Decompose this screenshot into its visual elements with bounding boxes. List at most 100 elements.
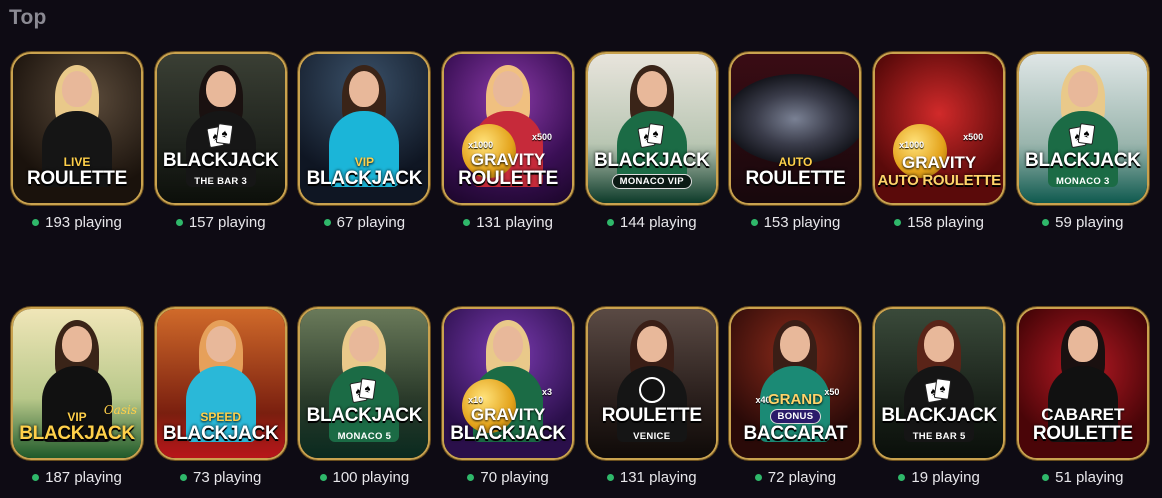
live-status-dot-icon bbox=[323, 218, 331, 226]
player-count-label: 158 playing bbox=[907, 213, 984, 231]
game-title: ROULETTE bbox=[1032, 423, 1133, 444]
game-subtitle: MONACO VIP bbox=[611, 174, 692, 189]
game-grid: LIVE ROULETTE 193 playing ♠ ♠ BLACKJACK THE BA… bbox=[11, 52, 1149, 488]
game-logo: VIP BLACKJACK bbox=[300, 156, 428, 189]
game-tile[interactable]: ♠♠BLACKJACK THE BAR 5 bbox=[873, 307, 1006, 460]
game-card: x10 x3 GRAVITY BLACKJACK 70 playing bbox=[442, 307, 575, 488]
game-card: x1000 x500 GRAVITY ROULETTE 131 playing bbox=[442, 52, 575, 233]
game-tile[interactable]: x1000 x500 GRAVITY ROULETTE bbox=[442, 52, 575, 205]
player-count-label: 70 playing bbox=[480, 468, 549, 486]
game-logo: ♠ ♠ BLACKJACK MONACO VIP bbox=[588, 123, 716, 189]
player-count: 144 playing bbox=[586, 211, 718, 233]
game-subtitle: BONUS bbox=[769, 409, 822, 424]
live-status-dot-icon bbox=[894, 218, 902, 226]
roulette-wheel-icon bbox=[731, 74, 860, 164]
game-logo: ♠♠BLACKJACK THE BAR 5 bbox=[875, 378, 1003, 444]
game-subtitle: MONACO 5 bbox=[337, 431, 392, 442]
game-tile[interactable]: ♠♠BLACKJACK MONACO 5 bbox=[298, 307, 431, 460]
playing-cards-icon: ♠♠ bbox=[349, 378, 377, 404]
game-logo: VIP BLACKJACK Oasis bbox=[13, 403, 141, 444]
player-count: 187 playing bbox=[11, 466, 143, 488]
live-status-dot-icon bbox=[1042, 218, 1050, 226]
game-tile[interactable]: SPEED BLACKJACK bbox=[154, 307, 287, 460]
playing-cards-icon: ♠♠ bbox=[206, 123, 234, 149]
live-status-dot-icon bbox=[606, 218, 614, 226]
live-status-dot-icon bbox=[750, 218, 758, 226]
live-status-dot-icon bbox=[32, 218, 40, 226]
game-card: LIVE ROULETTE 193 playing bbox=[11, 52, 143, 233]
player-count: 131 playing bbox=[586, 466, 718, 488]
game-logo: AUTO ROULETTE bbox=[731, 156, 859, 189]
game-tile[interactable]: LIVE ROULETTE bbox=[11, 52, 143, 205]
live-status-dot-icon bbox=[175, 218, 183, 226]
live-status-dot-icon bbox=[463, 218, 471, 226]
live-status-dot-icon bbox=[1042, 473, 1050, 481]
game-card: AUTO ROULETTE 153 playing bbox=[729, 52, 862, 233]
player-count: 59 playing bbox=[1017, 211, 1149, 233]
player-count: 100 playing bbox=[298, 466, 430, 488]
game-card: ♠ ♠ BLACKJACK MONACO VIP 144 playing bbox=[585, 52, 718, 233]
player-count: 73 playing bbox=[155, 466, 287, 488]
game-tile[interactable]: VIP BLACKJACK bbox=[298, 52, 431, 205]
game-logo: GRAND BONUS BACCARAT bbox=[731, 391, 859, 444]
game-tile[interactable]: ♠ ♠ BLACKJACK MONACO 3 bbox=[1016, 52, 1149, 205]
game-card: x1000 x500 GRAVITY AUTO ROULETTE 158 playing bbox=[873, 52, 1006, 233]
game-subtitle: THE BAR 5 bbox=[912, 431, 966, 442]
game-logo: GRAVITY ROULETTE bbox=[444, 151, 572, 189]
player-count-label: 100 playing bbox=[332, 468, 410, 486]
game-tile[interactable]: x10 x3 GRAVITY BLACKJACK bbox=[442, 307, 575, 460]
player-count-label: 19 playing bbox=[911, 468, 980, 486]
player-count-label: 131 playing bbox=[619, 468, 697, 486]
game-title: ROULETTE bbox=[27, 168, 127, 189]
game-title-script: Oasis bbox=[103, 403, 137, 417]
game-title: ROULETTE bbox=[745, 168, 846, 189]
game-title: BLACKJACK bbox=[306, 405, 423, 426]
game-tile[interactable]: CABARET ROULETTE bbox=[1016, 307, 1149, 460]
game-title: BLACKJACK bbox=[162, 423, 279, 444]
game-card: ♠ ♠ BLACKJACK MONACO 3 59 playing bbox=[1016, 52, 1149, 233]
game-card: VIP BLACKJACK Oasis 187 playing bbox=[11, 307, 143, 488]
game-title: ROULETTE bbox=[601, 405, 702, 426]
game-title: BLACKJACK bbox=[1025, 150, 1141, 171]
playing-cards-icon: ♠♠ bbox=[637, 123, 665, 149]
game-logo: CABARET ROULETTE bbox=[1019, 406, 1147, 444]
game-title-prefix: GRAND bbox=[767, 391, 823, 408]
live-status-dot-icon bbox=[467, 473, 475, 481]
game-tile[interactable]: ♠ ♠ BLACKJACK MONACO VIP bbox=[585, 52, 718, 205]
live-status-dot-icon bbox=[606, 473, 614, 481]
game-logo: SPEED BLACKJACK bbox=[157, 411, 285, 444]
game-card: ROULETTE VENICE 131 playing bbox=[585, 307, 718, 488]
game-card: ♠♠BLACKJACK THE BAR 5 19 playing bbox=[873, 307, 1006, 488]
player-count-label: 59 playing bbox=[1055, 213, 1124, 231]
section-title: Top bbox=[9, 6, 47, 29]
playing-cards-icon: ♠♠ bbox=[924, 378, 952, 404]
game-card: ♠ ♠ BLACKJACK THE BAR 3 157 playing bbox=[154, 52, 287, 233]
game-tile[interactable]: x1000 x500 GRAVITY AUTO ROULETTE bbox=[873, 52, 1006, 205]
multiplier-label: x3 bbox=[542, 387, 553, 397]
game-tile[interactable]: ROULETTE VENICE bbox=[585, 307, 718, 460]
multiplier-label: x10 bbox=[468, 395, 484, 405]
live-status-dot-icon bbox=[32, 473, 40, 481]
game-logo: GRAVITY AUTO ROULETTE bbox=[875, 154, 1003, 190]
player-count-label: 193 playing bbox=[45, 213, 122, 231]
playing-cards-icon: ♠♠ bbox=[1068, 123, 1096, 149]
game-tile[interactable]: VIP BLACKJACK Oasis bbox=[11, 307, 143, 460]
player-count-label: 157 playing bbox=[188, 213, 266, 231]
game-card: CABARET ROULETTE 51 playing bbox=[1016, 307, 1149, 488]
multiplier-label: x500 bbox=[532, 132, 553, 142]
game-title: BLACKJACK bbox=[162, 150, 279, 171]
game-subtitle: VENICE bbox=[633, 431, 671, 442]
game-tile[interactable]: ♠ ♠ BLACKJACK THE BAR 3 bbox=[154, 52, 287, 205]
game-tile[interactable]: AUTO ROULETTE bbox=[729, 52, 862, 205]
game-tile[interactable]: x40 x50 GRAND BONUS BACCARAT bbox=[729, 307, 862, 460]
live-status-dot-icon bbox=[898, 473, 906, 481]
game-logo: ♠ ♠ BLACKJACK THE BAR 3 bbox=[157, 123, 285, 189]
game-title: ROULETTE bbox=[458, 168, 559, 189]
live-status-dot-icon bbox=[754, 473, 762, 481]
game-card: x40 x50 GRAND BONUS BACCARAT 72 playing bbox=[729, 307, 862, 488]
game-title: BLACKJACK bbox=[450, 423, 566, 444]
game-logo: LIVE ROULETTE bbox=[13, 156, 141, 189]
player-count: 72 playing bbox=[729, 466, 861, 488]
player-count-label: 131 playing bbox=[476, 213, 553, 231]
player-count: 131 playing bbox=[442, 211, 574, 233]
